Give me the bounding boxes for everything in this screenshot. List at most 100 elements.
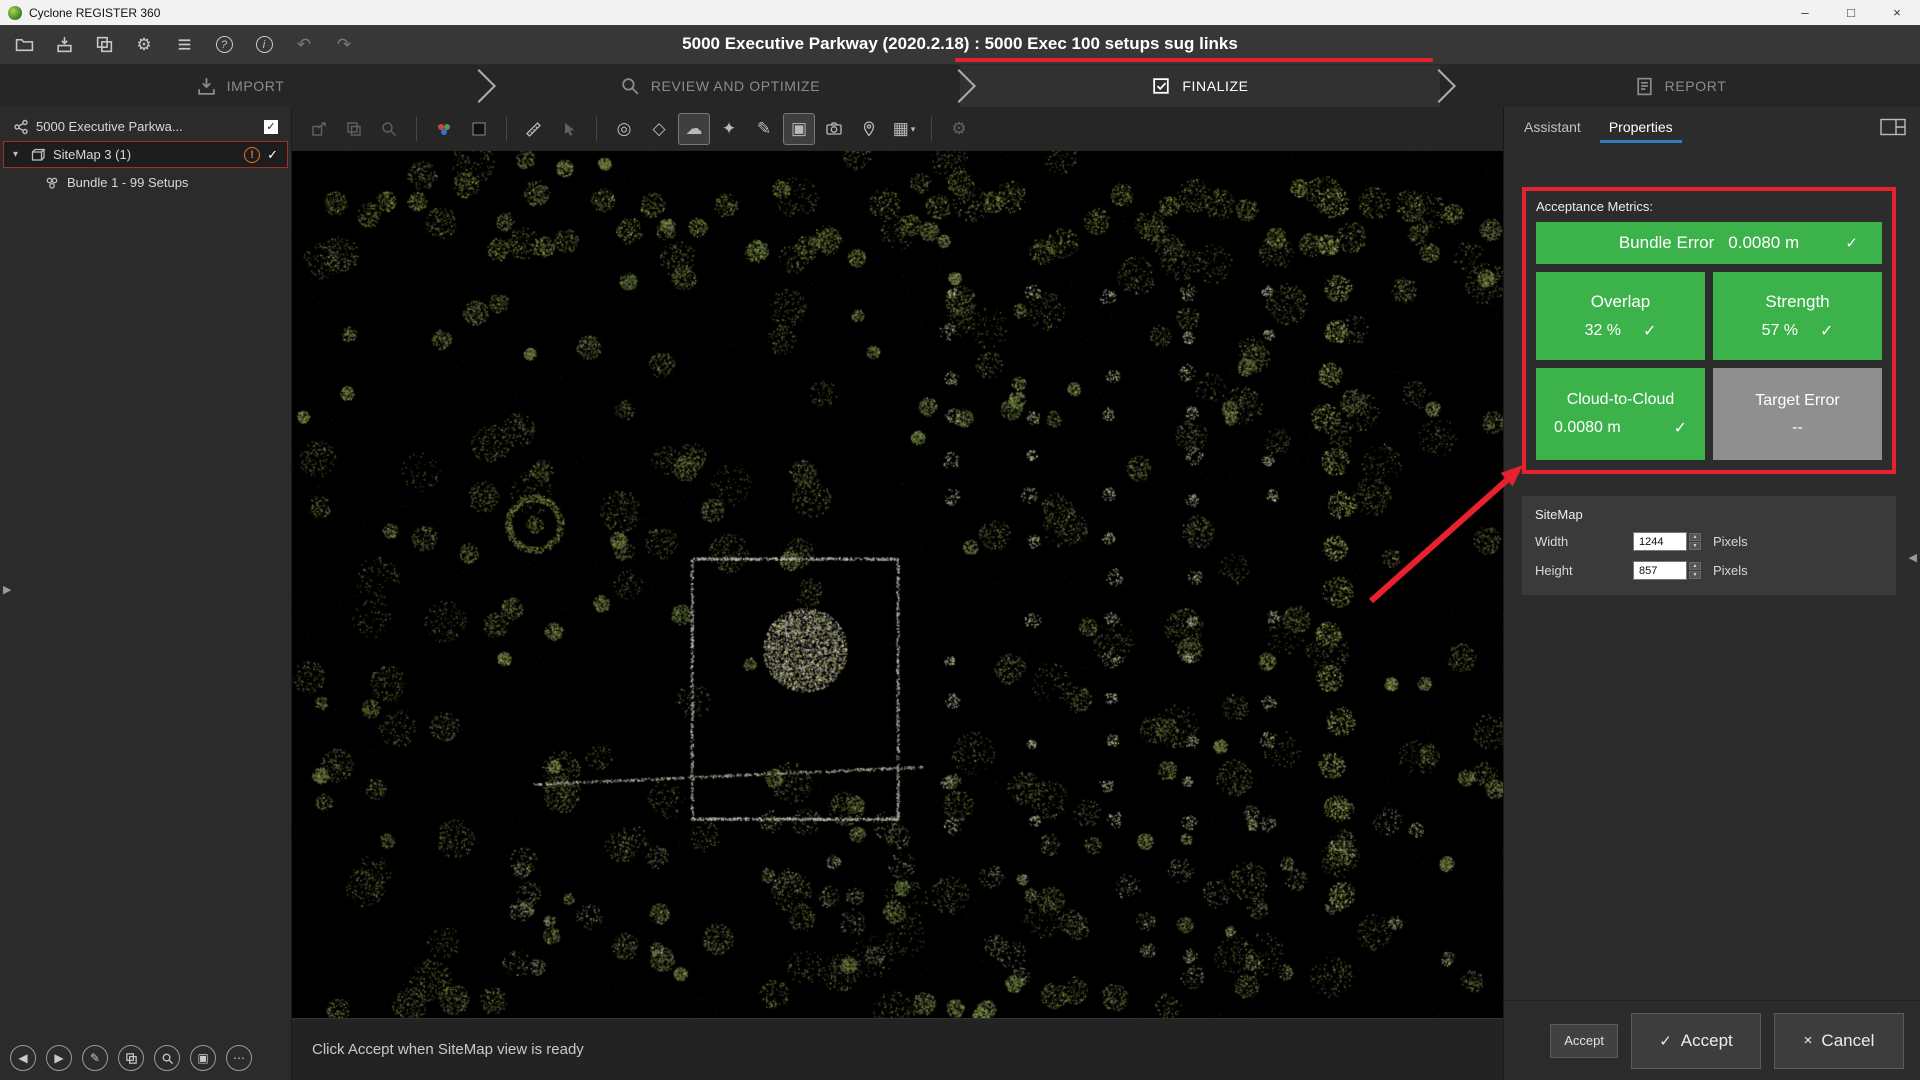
annotation-underline <box>955 58 1433 62</box>
settings-gear-icon[interactable]: ⚙ <box>132 33 156 57</box>
tag-tool-button[interactable]: ◇ <box>644 114 674 144</box>
accept-small-button[interactable]: Accept <box>1550 1024 1618 1058</box>
cancel-button[interactable]: × Cancel <box>1774 1013 1904 1069</box>
info-icon[interactable]: i <box>252 33 276 57</box>
spinner-down-icon[interactable]: ▼ <box>1689 571 1701 579</box>
sitemap-image-button[interactable]: ▣ <box>784 114 814 144</box>
check-icon: ✓ <box>1845 234 1858 252</box>
maximize-button[interactable]: □ <box>1828 0 1874 25</box>
bundle-error-metric: Bundle Error 0.0080 m ✓ <box>1536 222 1882 264</box>
spinner-down-icon[interactable]: ▼ <box>1689 542 1701 550</box>
close-button[interactable]: × <box>1874 0 1920 25</box>
height-label: Height <box>1535 563 1633 578</box>
app-logo-icon <box>8 6 22 20</box>
acceptance-metrics-heading: Acceptance Metrics: <box>1536 199 1882 214</box>
sitemap-properties: SiteMap Width ▲ ▼ Pixels Height <box>1522 496 1896 595</box>
check-icon: ✓ <box>1674 418 1687 438</box>
spinner-up-icon[interactable]: ▲ <box>1689 533 1701 541</box>
black-square-icon <box>470 120 488 138</box>
tab-review-and-optimize[interactable]: REVIEW AND OPTIMIZE <box>480 65 960 107</box>
sidebar-collapse-handle[interactable]: ▶ <box>3 583 11 596</box>
strength-metric: Strength 57 % ✓ <box>1713 272 1882 360</box>
panel-footer: Accept ✓ Accept × Cancel <box>1504 1000 1920 1080</box>
tab-finalize-label: FINALIZE <box>1182 78 1248 94</box>
view-settings-button[interactable]: ⚙ <box>944 114 974 144</box>
tab-assistant[interactable]: Assistant <box>1510 110 1595 143</box>
cloud-tool-button[interactable]: ☁ <box>679 114 709 144</box>
target-tool-button[interactable]: ◎ <box>609 114 639 144</box>
minimize-button[interactable]: – <box>1782 0 1828 25</box>
more-button[interactable]: ⋯ <box>226 1045 252 1071</box>
tree-row-sitemap[interactable]: ▾ SiteMap 3 (1) ! ✓ <box>3 141 288 168</box>
next-button[interactable]: ▶ <box>46 1045 72 1071</box>
grid-icon: ▦ <box>893 119 909 139</box>
accept-button[interactable]: ✓ Accept <box>1631 1013 1761 1069</box>
duplicate-view-button[interactable] <box>339 114 369 144</box>
copy-button[interactable] <box>118 1045 144 1071</box>
grid-dropdown-button[interactable]: ▦ ▾ <box>889 114 919 144</box>
tree-row-project[interactable]: 5000 Executive Parkwa... ✓ <box>3 113 288 140</box>
accept-label: Accept <box>1681 1031 1733 1051</box>
magnifier-icon <box>161 1052 174 1065</box>
toolbar-separator <box>416 117 417 141</box>
point-cloud-canvas[interactable] <box>292 151 1503 1018</box>
measure-button[interactable] <box>519 114 549 144</box>
height-stepper[interactable]: ▲ ▼ <box>1689 562 1701 579</box>
strength-label: Strength <box>1765 292 1829 312</box>
spark-tool-button[interactable]: ✦ <box>714 114 744 144</box>
check-icon: ✓ <box>1643 321 1656 341</box>
ruler-icon <box>525 120 543 138</box>
geotag-button[interactable] <box>854 114 884 144</box>
warning-icon: ! <box>244 147 260 163</box>
open-folder-icon[interactable] <box>12 33 36 57</box>
undo-icon[interactable]: ↶ <box>292 33 316 57</box>
overlap-value: 32 % <box>1585 322 1621 340</box>
tab-finalize[interactable]: FINALIZE <box>960 65 1440 107</box>
cloud-to-cloud-label: Cloud-to-Cloud <box>1567 391 1675 409</box>
main-content: 5000 Executive Parkwa... ✓ ▾ SiteMap 3 (… <box>0 107 1920 1080</box>
duplicate-icon <box>345 120 363 138</box>
width-stepper[interactable]: ▲ ▼ <box>1689 533 1701 550</box>
sidebar-bottom-toolbar: ◀ ▶ ✎ ▣ ⋯ <box>0 1036 291 1080</box>
layers-icon[interactable] <box>92 33 116 57</box>
redo-icon[interactable]: ↷ <box>332 33 356 57</box>
help-icon[interactable]: ? <box>212 33 236 57</box>
tree-project-label: 5000 Executive Parkwa... <box>36 119 183 134</box>
sitemap-icon <box>30 147 46 163</box>
tab-report[interactable]: REPORT <box>1440 65 1920 107</box>
window-controls: – □ × <box>1782 0 1920 25</box>
strength-value: 57 % <box>1762 322 1798 340</box>
edit-button[interactable]: ✎ <box>82 1045 108 1071</box>
tree-row-bundle[interactable]: Bundle 1 - 99 Setups <box>3 169 288 196</box>
image-button[interactable]: ▣ <box>190 1045 216 1071</box>
width-input[interactable] <box>1633 532 1687 551</box>
bundle-icon <box>44 175 60 191</box>
spinner-up-icon[interactable]: ▲ <box>1689 562 1701 570</box>
snapshot-button[interactable] <box>819 114 849 144</box>
zoom-region-button[interactable] <box>374 114 404 144</box>
zoom-button[interactable] <box>154 1045 180 1071</box>
import-project-icon[interactable] <box>52 33 76 57</box>
point-cloud-view[interactable] <box>292 151 1503 1018</box>
project-checkbox[interactable]: ✓ <box>264 120 278 134</box>
tab-import-label: IMPORT <box>227 78 285 94</box>
cloud-colors-button[interactable] <box>429 114 459 144</box>
tab-properties[interactable]: Properties <box>1595 110 1687 143</box>
caret-down-icon[interactable]: ▾ <box>13 149 23 160</box>
layout-button[interactable] <box>1880 118 1906 136</box>
panel-collapse-handle[interactable]: ◀ <box>1909 551 1917 564</box>
caret-down-icon: ▾ <box>911 124 916 135</box>
tab-import[interactable]: IMPORT <box>0 65 480 107</box>
detach-view-button[interactable] <box>304 114 334 144</box>
bundle-error-label: Bundle Error <box>1619 233 1714 253</box>
cloud-to-cloud-value: 0.0080 m <box>1554 419 1621 437</box>
prev-button[interactable]: ◀ <box>10 1045 36 1071</box>
list-icon[interactable] <box>172 33 196 57</box>
app-toolbar: ⚙ ? i ↶ ↷ 5000 Executive Parkway (2020.2… <box>0 25 1920 65</box>
background-color-button[interactable] <box>464 114 494 144</box>
tree-bundle-label: Bundle 1 - 99 Setups <box>67 175 188 190</box>
height-input[interactable] <box>1633 561 1687 580</box>
pick-point-button[interactable] <box>554 114 584 144</box>
annotate-tool-button[interactable]: ✎ <box>749 114 779 144</box>
cancel-label: Cancel <box>1821 1031 1874 1051</box>
